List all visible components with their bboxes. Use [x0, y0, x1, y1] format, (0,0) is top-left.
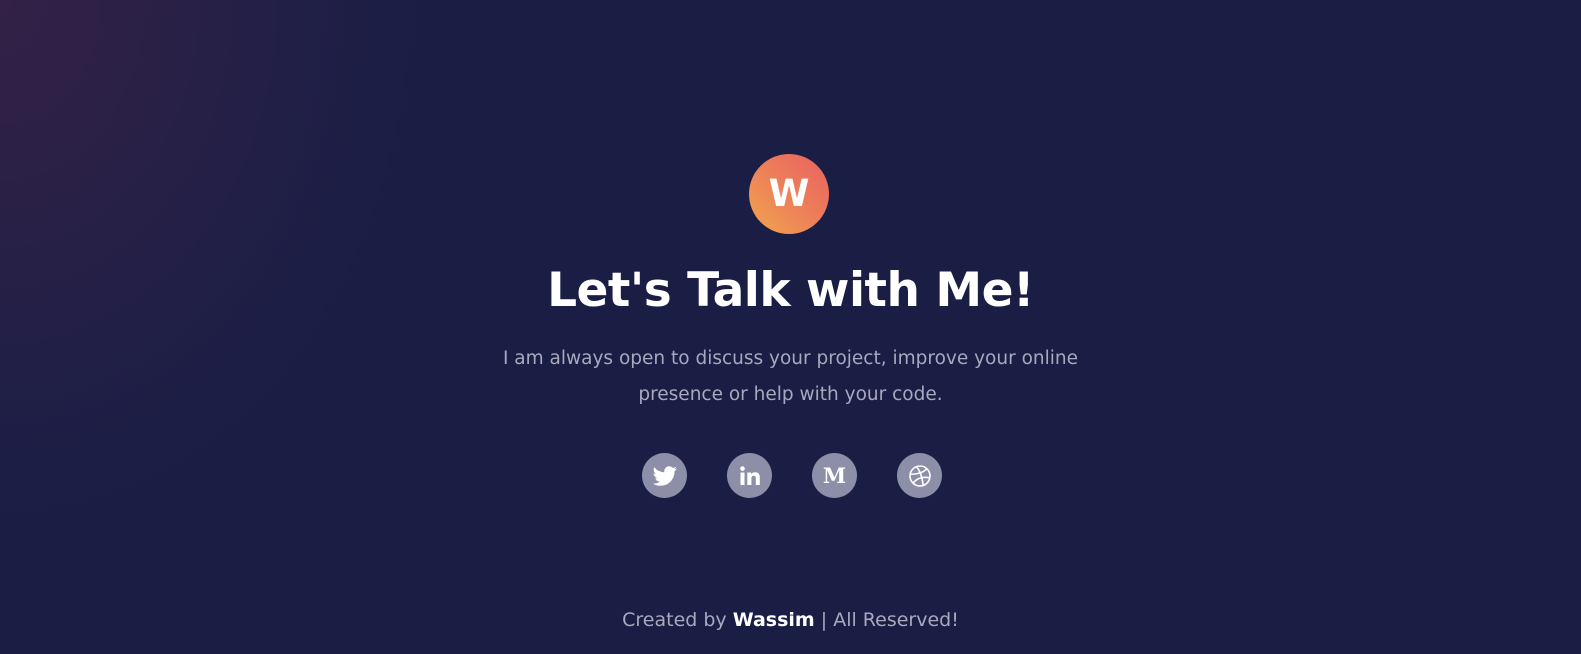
background-glow: [0, 0, 1581, 654]
dribbble-icon: [908, 464, 931, 487]
medium-link[interactable]: M: [812, 453, 857, 498]
footer-author: Wassim: [732, 609, 815, 631]
linkedin-icon: [739, 465, 760, 485]
social-links: M: [642, 453, 942, 499]
dribbble-link[interactable]: [897, 453, 942, 498]
linkedin-link[interactable]: [727, 453, 772, 498]
footer-suffix: | All Reserved!: [814, 609, 959, 631]
logo-avatar[interactable]: W: [749, 154, 829, 234]
footer: Created by Wassim | All Reserved!: [0, 604, 1581, 636]
medium-icon: M: [822, 463, 847, 488]
page-subtitle: I am always open to discuss your project…: [502, 348, 1079, 405]
footer-prefix: Created by: [622, 609, 733, 631]
twitter-icon: [652, 465, 677, 486]
twitter-link[interactable]: [642, 453, 687, 498]
page-title: Let's Talk with Me!: [547, 263, 1034, 318]
